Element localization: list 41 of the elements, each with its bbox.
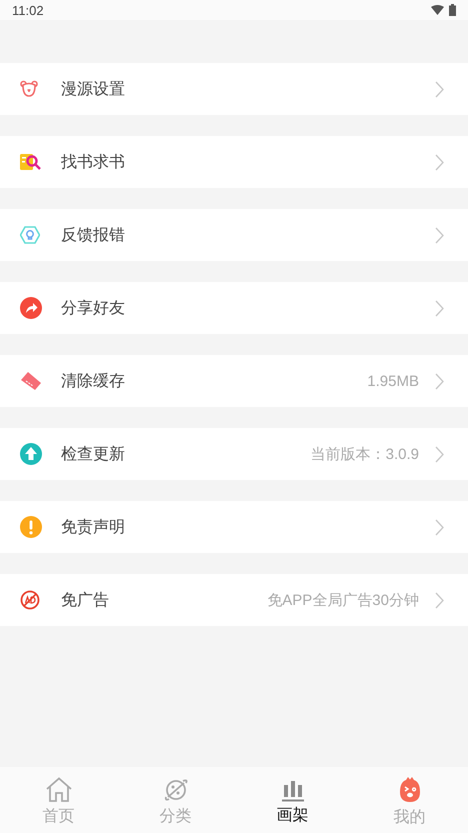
chevron-right-icon	[435, 446, 444, 462]
row-label: 清除缓存	[61, 370, 125, 392]
share-icon	[20, 297, 42, 319]
settings-row[interactable]: 免责声明	[0, 501, 468, 553]
row-label: 分享好友	[61, 298, 125, 318]
chevron-right-icon	[435, 300, 444, 316]
planet-icon	[162, 776, 188, 802]
settings-row[interactable]: 分享好友	[0, 282, 468, 334]
eraser-icon	[20, 371, 42, 391]
row-detail: 1.95MB	[367, 372, 419, 390]
bear-icon	[20, 80, 38, 98]
upload-icon	[20, 443, 42, 465]
row-label: 检查更新	[61, 444, 125, 464]
lightbulb-icon	[20, 226, 40, 244]
chevron-right-icon	[435, 518, 444, 536]
settings-row[interactable]: 漫源设置	[0, 63, 468, 115]
chevron-right-icon	[435, 592, 444, 608]
row-label: 免广告	[61, 590, 109, 610]
nav-tab[interactable]: 画架	[234, 767, 351, 833]
chevron-right-icon	[435, 80, 444, 98]
chevron-right-icon	[435, 154, 444, 170]
settings-row[interactable]: 反馈报错	[0, 209, 468, 261]
settings-row[interactable]: 免广告 免APP全局广告30分钟	[0, 574, 468, 626]
row-label: 漫源设置	[61, 78, 125, 100]
settings-row[interactable]: 清除缓存 1.95MB	[0, 355, 468, 407]
row-detail: 当前版本：3.0.9	[310, 444, 419, 464]
row-detail: 免APP全局广告30分钟	[267, 590, 419, 610]
row-label: 反馈报错	[61, 224, 125, 246]
wifi-icon	[431, 5, 444, 15]
no-ads-icon	[20, 590, 40, 610]
home-icon	[44, 776, 72, 802]
chevron-right-icon	[435, 372, 444, 390]
chevron-right-icon	[435, 226, 444, 244]
warning-icon	[20, 516, 42, 538]
row-label: 免责声明	[61, 516, 125, 538]
settings-row[interactable]: 找书求书	[0, 136, 468, 188]
row-label: 找书求书	[61, 152, 125, 172]
status-time: 11:02	[12, 2, 44, 18]
battery-icon	[449, 4, 456, 16]
book-search-icon	[20, 153, 42, 171]
settings-row[interactable]: 检查更新 当前版本：3.0.9	[0, 428, 468, 480]
